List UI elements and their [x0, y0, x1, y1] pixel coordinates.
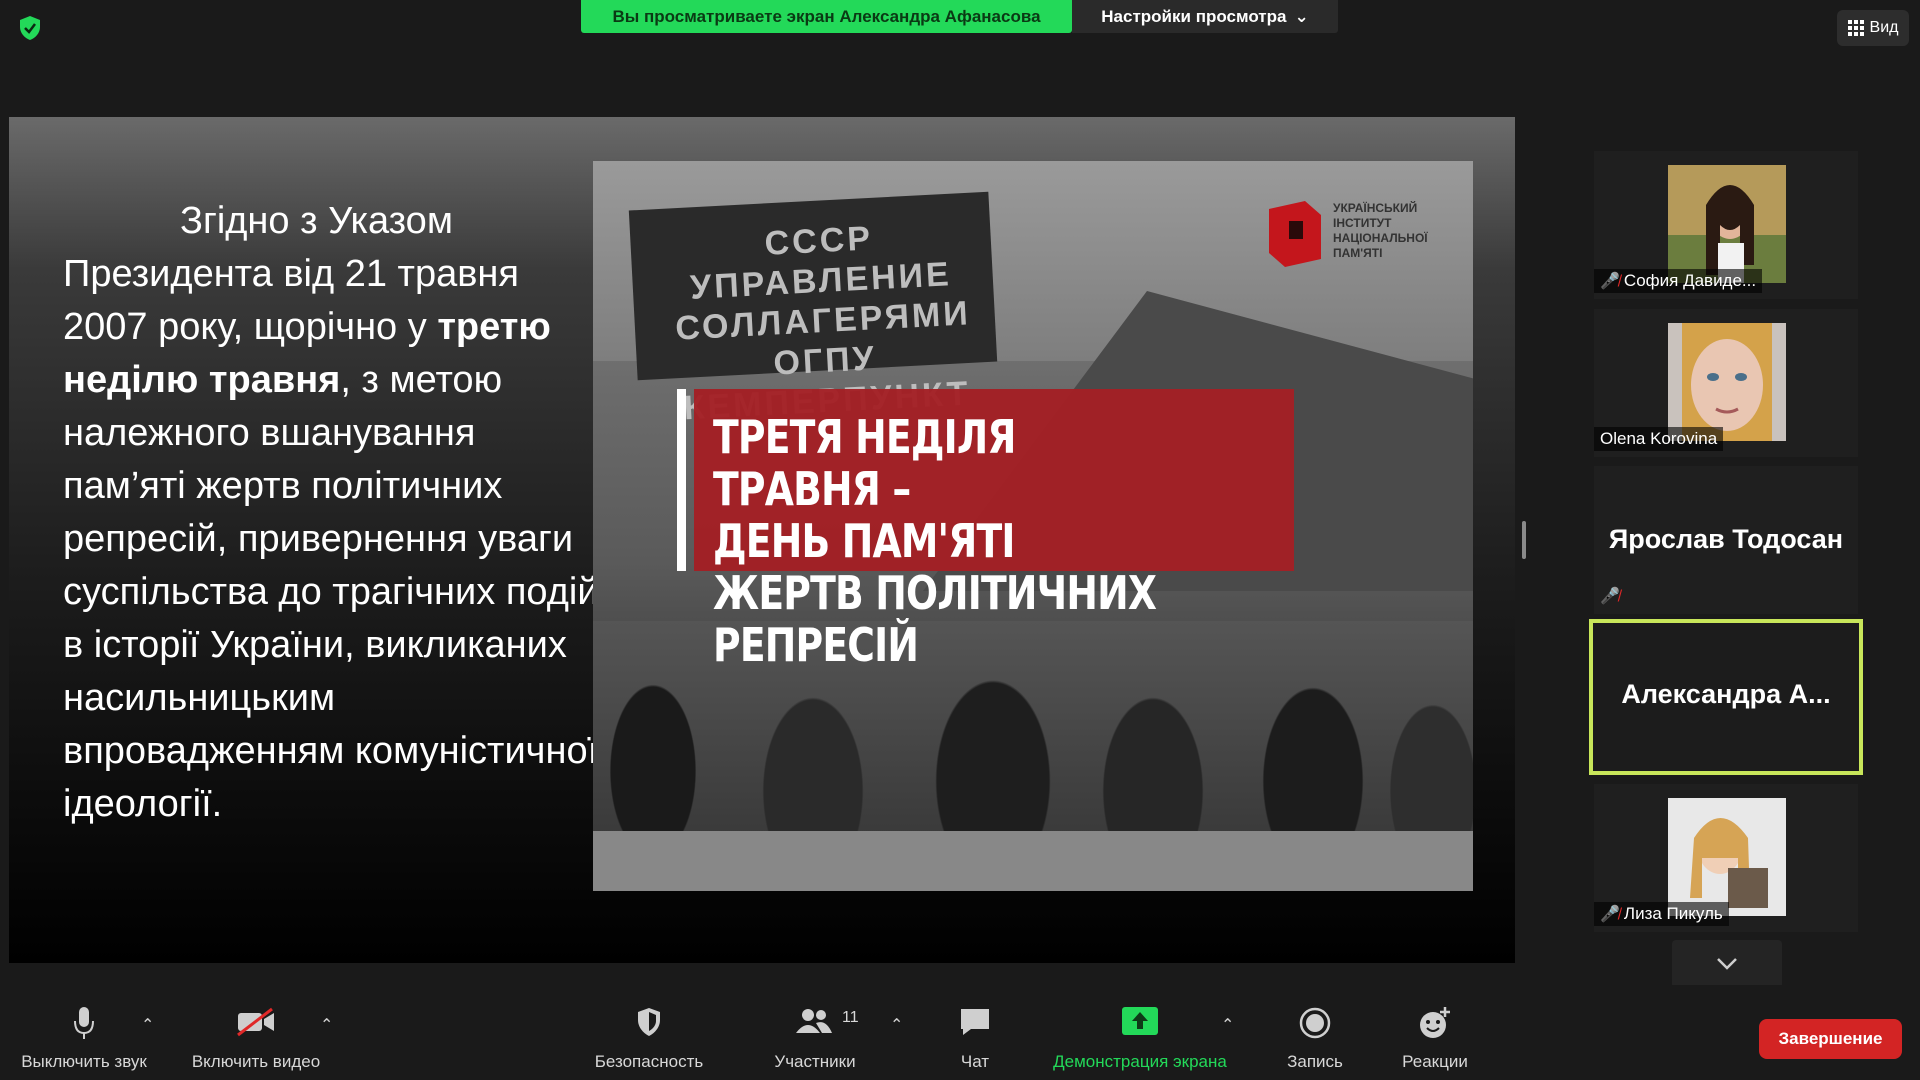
participant-avatar [1668, 165, 1786, 283]
shield-icon [638, 1008, 660, 1036]
view-settings-dropdown[interactable]: Настройки просмотра ⌄ [1072, 0, 1338, 33]
record-icon [1299, 1007, 1331, 1039]
mute-button[interactable]: Выключить звук [14, 985, 154, 1080]
mic-muted-icon: 🎤̸ [1600, 906, 1620, 923]
view-button[interactable]: Вид [1837, 10, 1909, 46]
security-button[interactable]: Безопасность [584, 985, 714, 1080]
participant-tile[interactable]: Ярослав Тодосан 🎤̸ [1594, 466, 1858, 614]
slide-photo: СССР УПРАВЛЕНИЕ СОЛЛАГЕРЯМИ ОГПУ КЕМПЕРП… [593, 161, 1473, 891]
mute-label: Выключить звук [21, 1052, 147, 1071]
view-settings-label: Настройки просмотра [1101, 6, 1287, 26]
institute-logo-text: УКРАЇНСЬКИЙ ІНСТИТУТ НАЦІОНАЛЬНОЇ ПАМ'ЯТ… [1333, 201, 1428, 260]
video-off-icon [237, 1007, 274, 1037]
emoji-reaction-icon [1420, 1007, 1450, 1038]
slide-title-line2: ДЕНЬ ПАМ'ЯТІ [713, 514, 1015, 568]
chat-icon [961, 1009, 989, 1035]
participant-tile[interactable]: 🎤̸ София Давиде... [1594, 151, 1858, 299]
meeting-toolbar: Выключить звук ⌃ Включить видео ⌃ Безопа… [0, 985, 1920, 1080]
participants-count: 11 [842, 1009, 859, 1026]
video-button[interactable]: Включить видео [186, 985, 326, 1080]
record-label: Запись [1287, 1052, 1343, 1071]
shared-screen: Згідно з Указом Президента від 21 травня… [9, 117, 1515, 963]
slide-title-line1: ТРЕТЯ НЕДІЛЯ ТРАВНЯ – [713, 410, 1016, 516]
slide-text-line1: Згідно з Указом [180, 200, 453, 242]
video-label: Включить видео [191, 1052, 321, 1071]
participant-avatar [1668, 798, 1786, 916]
participant-name: 🎤̸ Лиза Пикуль [1594, 902, 1729, 926]
grid-icon [1847, 20, 1864, 36]
share-screen-icon [1122, 1007, 1158, 1035]
participants-label: Участники [774, 1052, 856, 1071]
participant-name: Александра А... [1621, 679, 1831, 709]
participant-name: Ярослав Тодосан [1608, 524, 1844, 554]
institute-logo-icon [1269, 201, 1321, 267]
scroll-down-button[interactable] [1672, 940, 1782, 988]
slide-title-line3: ЖЕРТВ ПОЛІТИЧНИХ РЕПРЕСІЙ [713, 566, 1157, 672]
participants-button[interactable]: 11 Участники [750, 985, 880, 1080]
security-label: Безопасность [594, 1052, 704, 1071]
slide-title: ТРЕТЯ НЕДІЛЯ ТРАВНЯ – ДЕНЬ ПАМ'ЯТІ ЖЕРТВ… [713, 411, 1189, 671]
participant-tile-active-speaker[interactable]: Александра А... [1589, 619, 1863, 775]
participant-name: Olena Korovina [1594, 427, 1724, 451]
participants-options-caret-icon[interactable]: ⌃ [890, 1015, 903, 1035]
chevron-down-icon [1717, 958, 1737, 970]
view-button-label: Вид [1869, 19, 1899, 36]
chat-label: Чат [960, 1052, 990, 1071]
chevron-down-icon: ⌄ [1294, 6, 1309, 26]
screen-share-banner: Вы просматриваете экран Александра Афана… [581, 0, 1072, 33]
slide-text: Згідно з Указом Президента від 21 травня… [63, 195, 603, 831]
mic-muted-icon: 🎤̸ [1600, 273, 1620, 290]
audio-options-caret-icon[interactable]: ⌃ [141, 1015, 154, 1035]
resize-handle[interactable] [1522, 521, 1526, 559]
participants-icon [796, 1009, 832, 1033]
video-options-caret-icon[interactable]: ⌃ [320, 1015, 333, 1035]
share-screen-label: Демонстрация экрана [1053, 1052, 1227, 1071]
participant-tile[interactable]: Olena Korovina [1594, 309, 1858, 457]
participant-tile[interactable]: 🎤̸ Лиза Пикуль [1594, 784, 1858, 932]
mic-muted-icon: 🎤̸ [1600, 588, 1620, 605]
participant-status: 🎤̸ [1594, 584, 1626, 608]
participant-avatar [1668, 323, 1786, 441]
reactions-button[interactable]: Реакции [1380, 985, 1490, 1080]
end-meeting-button[interactable]: Завершение [1759, 1019, 1902, 1059]
microphone-icon [74, 1007, 94, 1039]
chat-button[interactable]: Чат [930, 985, 1020, 1080]
share-options-caret-icon[interactable]: ⌃ [1221, 1015, 1234, 1035]
slide-text-part3: , з метою належного вшанування пам’яті ж… [63, 359, 599, 825]
share-screen-button[interactable]: Демонстрация экрана [1040, 985, 1240, 1080]
reactions-label: Реакции [1402, 1052, 1468, 1071]
record-button[interactable]: Запись [1260, 985, 1370, 1080]
participant-name: 🎤̸ София Давиде... [1594, 269, 1763, 293]
security-shield-icon [20, 16, 40, 40]
